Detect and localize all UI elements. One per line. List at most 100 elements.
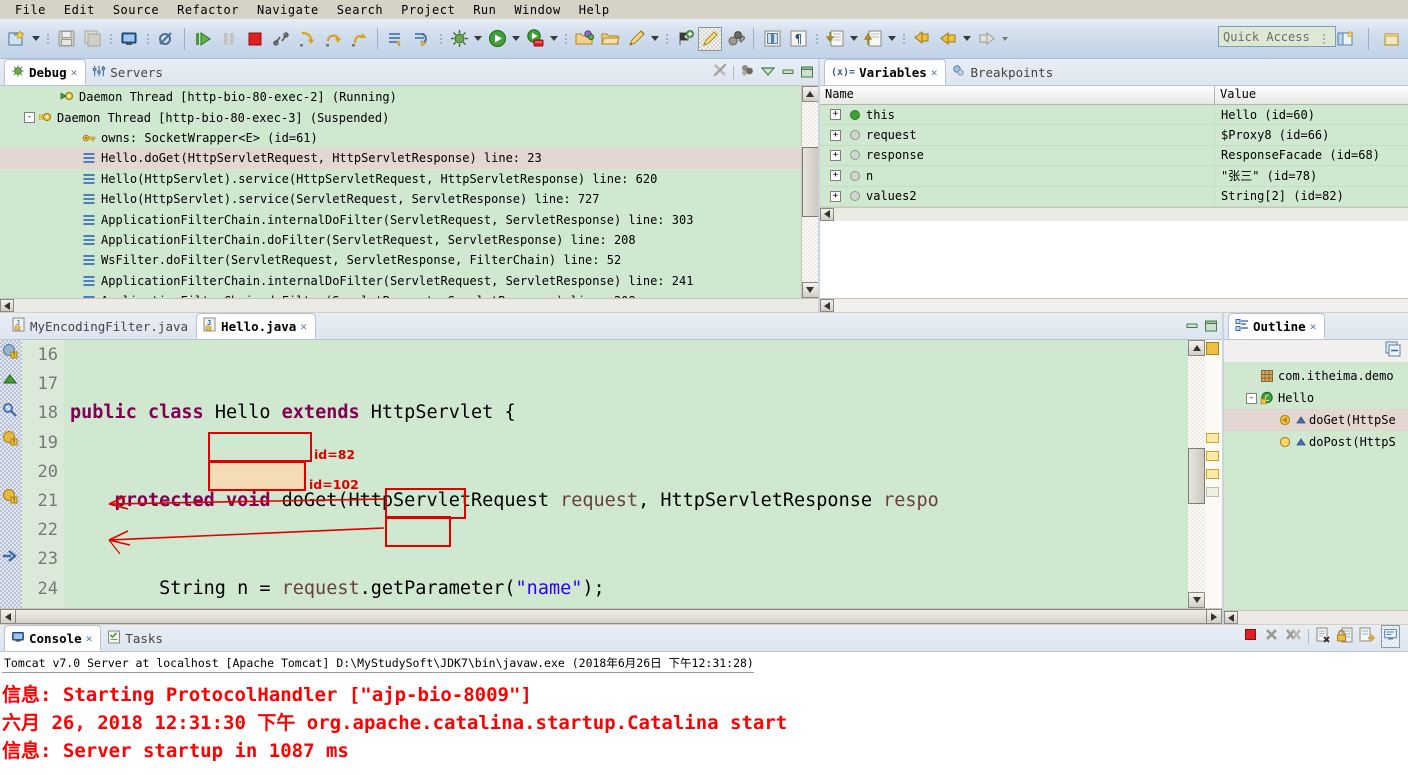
editor-horizontal-scrollbar[interactable] <box>0 608 1222 624</box>
run-dropdown-icon[interactable] <box>510 25 522 53</box>
java-ee-perspective-icon[interactable] <box>1378 25 1404 53</box>
outline-horizontal-scrollbar[interactable] <box>1224 610 1408 624</box>
previous-annotation-icon[interactable] <box>409 25 435 53</box>
forward-dropdown-icon[interactable] <box>999 25 1011 53</box>
debug-dropdown-icon[interactable] <box>472 25 484 53</box>
editor-overview-ruler[interactable] <box>1205 340 1222 608</box>
chevron-down-icon[interactable] <box>760 63 776 82</box>
debug-vertical-scrollbar[interactable] <box>801 86 818 298</box>
open-perspective-icon[interactable] <box>1333 25 1359 53</box>
variable-expander[interactable]: + <box>830 129 841 141</box>
outline-tree[interactable]: com.itheima.demo - C Hello doGet(HttpSe doPos… <box>1224 362 1408 610</box>
close-icon[interactable]: ✕ <box>86 632 93 645</box>
overview-marker-info[interactable] <box>1206 487 1219 497</box>
tab-myencodingfilter[interactable]: J MyEncodingFilter.java <box>6 313 196 339</box>
display-console-icon[interactable] <box>1381 625 1400 648</box>
scroll-up-button[interactable] <box>801 86 818 102</box>
back-star-icon[interactable] <box>909 25 935 53</box>
tab-console[interactable]: Console ✕ <box>4 625 102 651</box>
tab-breakpoints[interactable]: Breakpoints <box>946 59 1061 85</box>
back-dropdown-icon[interactable] <box>961 25 973 53</box>
pin-console-icon[interactable] <box>1359 627 1376 647</box>
debug-icon[interactable] <box>446 25 472 53</box>
variable-row[interactable]: + n "张三" (id=78) <box>820 166 1408 187</box>
editor-code-area[interactable]: public class Hello extends HttpServlet {… <box>64 340 1188 608</box>
outline-item[interactable]: com.itheima.demo <box>1224 365 1408 387</box>
debug-stack-row[interactable]: - Daemon Thread [http-bio-80-exec-3] (Sus… <box>0 107 801 127</box>
tree-expander[interactable]: - <box>1246 392 1257 404</box>
variable-expander[interactable]: + <box>830 190 841 202</box>
debug-stack-tree[interactable]: Daemon Thread [http-bio-80-exec-2] (Runn… <box>0 86 801 298</box>
remove-launch-icon[interactable] <box>1264 627 1279 646</box>
pencil-icon[interactable] <box>623 25 649 53</box>
terminate-icon[interactable] <box>1243 627 1258 646</box>
close-icon[interactable]: ✕ <box>1310 320 1317 333</box>
close-icon[interactable]: ✕ <box>300 320 307 333</box>
skip-all-breakpoints-icon[interactable] <box>712 62 728 82</box>
menu-item-source[interactable]: Source <box>104 3 168 17</box>
debug-stack-row[interactable]: ApplicationFilterChain.internalDoFilter(… <box>0 209 801 229</box>
variables-horizontal-scrollbar[interactable] <box>820 206 1408 221</box>
variables-table[interactable]: + this Hello (id=60) + request $Proxy8 (id=66… <box>820 105 1408 207</box>
scroll-lock-icon[interactable] <box>1337 627 1353 647</box>
step-into-icon[interactable] <box>294 25 320 53</box>
close-icon[interactable]: ✕ <box>931 66 938 79</box>
overview-marker-warning-1[interactable] <box>1206 433 1219 443</box>
variable-row[interactable]: + request $Proxy8 (id=66) <box>820 125 1408 146</box>
maximize-icon[interactable] <box>1204 317 1218 336</box>
variables-bottom-scrollbar[interactable] <box>820 298 1408 312</box>
run-on-server-icon[interactable] <box>522 25 548 53</box>
scroll-thumb[interactable] <box>801 147 818 217</box>
debug-stack-row[interactable]: Hello.doGet(HttpServletRequest, HttpServ… <box>0 148 801 169</box>
menu-item-navigate[interactable]: Navigate <box>248 3 328 17</box>
debug-stack-row[interactable]: Hello(HttpServlet).service(ServletReques… <box>0 189 801 209</box>
menu-item-refactor[interactable]: Refactor <box>168 3 248 17</box>
minimize-icon[interactable] <box>1185 317 1199 336</box>
scroll-thumb[interactable] <box>1188 448 1205 504</box>
variable-expander[interactable]: + <box>830 149 841 161</box>
editor-annotation-ruler[interactable]: ! ! ! <box>0 340 22 608</box>
maximize-icon[interactable] <box>800 63 814 82</box>
close-icon[interactable]: ✕ <box>71 66 78 79</box>
overview-marker-warning-2[interactable] <box>1206 451 1219 461</box>
scroll-down-button[interactable] <box>1188 592 1205 608</box>
skip-breakpoints-icon[interactable] <box>153 25 179 53</box>
menu-item-edit[interactable]: Edit <box>55 3 104 17</box>
tab-tasks[interactable]: Tasks <box>101 625 171 651</box>
tab-outline[interactable]: Outline ✕ <box>1228 313 1326 339</box>
editor-vertical-scrollbar[interactable] <box>1188 340 1205 608</box>
collapse-all-icon[interactable] <box>1385 341 1402 362</box>
suspend-icon[interactable] <box>216 25 242 53</box>
pencil-dropdown-icon[interactable] <box>649 25 661 53</box>
new-package-icon[interactable] <box>571 25 597 53</box>
overview-marker-error[interactable] <box>1206 342 1219 355</box>
save-icon[interactable] <box>53 25 79 53</box>
run-on-server-dropdown-icon[interactable] <box>548 25 560 53</box>
variable-expander[interactable]: + <box>830 109 841 121</box>
scroll-up-button[interactable] <box>1188 340 1205 356</box>
debug-stack-row[interactable]: Daemon Thread [http-bio-80-exec-2] (Runn… <box>0 87 801 107</box>
scroll-left-button[interactable] <box>0 609 16 624</box>
step-return-icon[interactable] <box>346 25 372 53</box>
console-output[interactable]: 六月 26, 2018 12:31:30 下午 org.apache.coyot… <box>0 673 1408 775</box>
download-dropdown-icon[interactable] <box>848 25 860 53</box>
debug-horizontal-scrollbar[interactable] <box>0 298 818 312</box>
resume-icon[interactable] <box>190 25 216 53</box>
external-tools-icon[interactable] <box>722 25 748 53</box>
book-icon[interactable] <box>759 25 785 53</box>
run-icon[interactable] <box>484 25 510 53</box>
debug-stack-row[interactable]: owns: SocketWrapper<E> (id=61) <box>0 128 801 148</box>
terminate-icon[interactable] <box>242 25 268 53</box>
tab-debug[interactable]: Debug ✕ <box>4 59 87 85</box>
forward-icon[interactable] <box>973 25 999 53</box>
outline-item[interactable]: - C Hello <box>1224 387 1408 409</box>
menu-item-project[interactable]: Project <box>392 3 464 17</box>
tree-expander[interactable]: - <box>24 112 35 124</box>
scroll-left-button-2[interactable] <box>820 299 834 312</box>
open-folder-icon[interactable] <box>597 25 623 53</box>
tab-variables[interactable]: (x)= Variables ✕ <box>824 59 947 85</box>
variable-row[interactable]: + values2 String[2] (id=82) <box>820 186 1408 207</box>
variable-row[interactable]: + response ResponseFacade (id=68) <box>820 145 1408 167</box>
outline-item[interactable]: doPost(HttpS <box>1224 431 1408 453</box>
step-over-icon[interactable] <box>320 25 346 53</box>
